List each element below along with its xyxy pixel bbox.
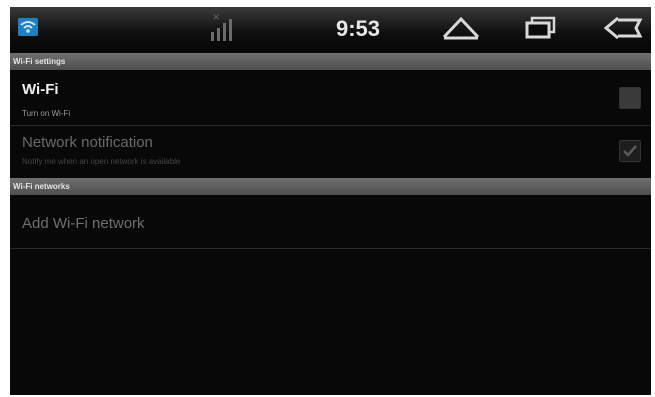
status-bar: × 9:53 xyxy=(10,7,651,51)
signal-icon: × xyxy=(209,13,239,41)
wifi-title: Wi-Fi xyxy=(22,81,59,98)
wifi-checkbox[interactable] xyxy=(619,87,641,109)
divider xyxy=(10,248,651,249)
network-notification-row[interactable]: Network notification Notify me when an o… xyxy=(10,126,651,178)
network-notification-title: Network notification xyxy=(22,134,153,151)
device-screen: × 9:53 Wi-Fi settings Wi-Fi Turn on Wi-F… xyxy=(10,7,651,395)
checkmark-icon xyxy=(623,145,637,157)
home-icon[interactable] xyxy=(442,15,480,45)
add-wifi-network-row[interactable]: Add Wi-Fi network xyxy=(10,196,651,248)
wifi-summary: Turn on Wi-Fi xyxy=(22,109,71,118)
section-header-wifi-settings: Wi-Fi settings xyxy=(10,53,651,70)
back-icon[interactable] xyxy=(603,15,644,45)
add-wifi-network-label: Add Wi-Fi network xyxy=(22,215,145,232)
network-notification-checkbox[interactable] xyxy=(619,140,641,162)
recent-apps-icon[interactable] xyxy=(524,15,558,45)
network-notification-summary: Notify me when an open network is availa… xyxy=(22,157,181,166)
wifi-toggle-row[interactable]: Wi-Fi Turn on Wi-Fi xyxy=(10,71,651,125)
clock-time: 9:53 xyxy=(336,16,381,41)
wifi-icon xyxy=(18,18,38,36)
section-header-wifi-networks: Wi-Fi networks xyxy=(10,178,651,195)
